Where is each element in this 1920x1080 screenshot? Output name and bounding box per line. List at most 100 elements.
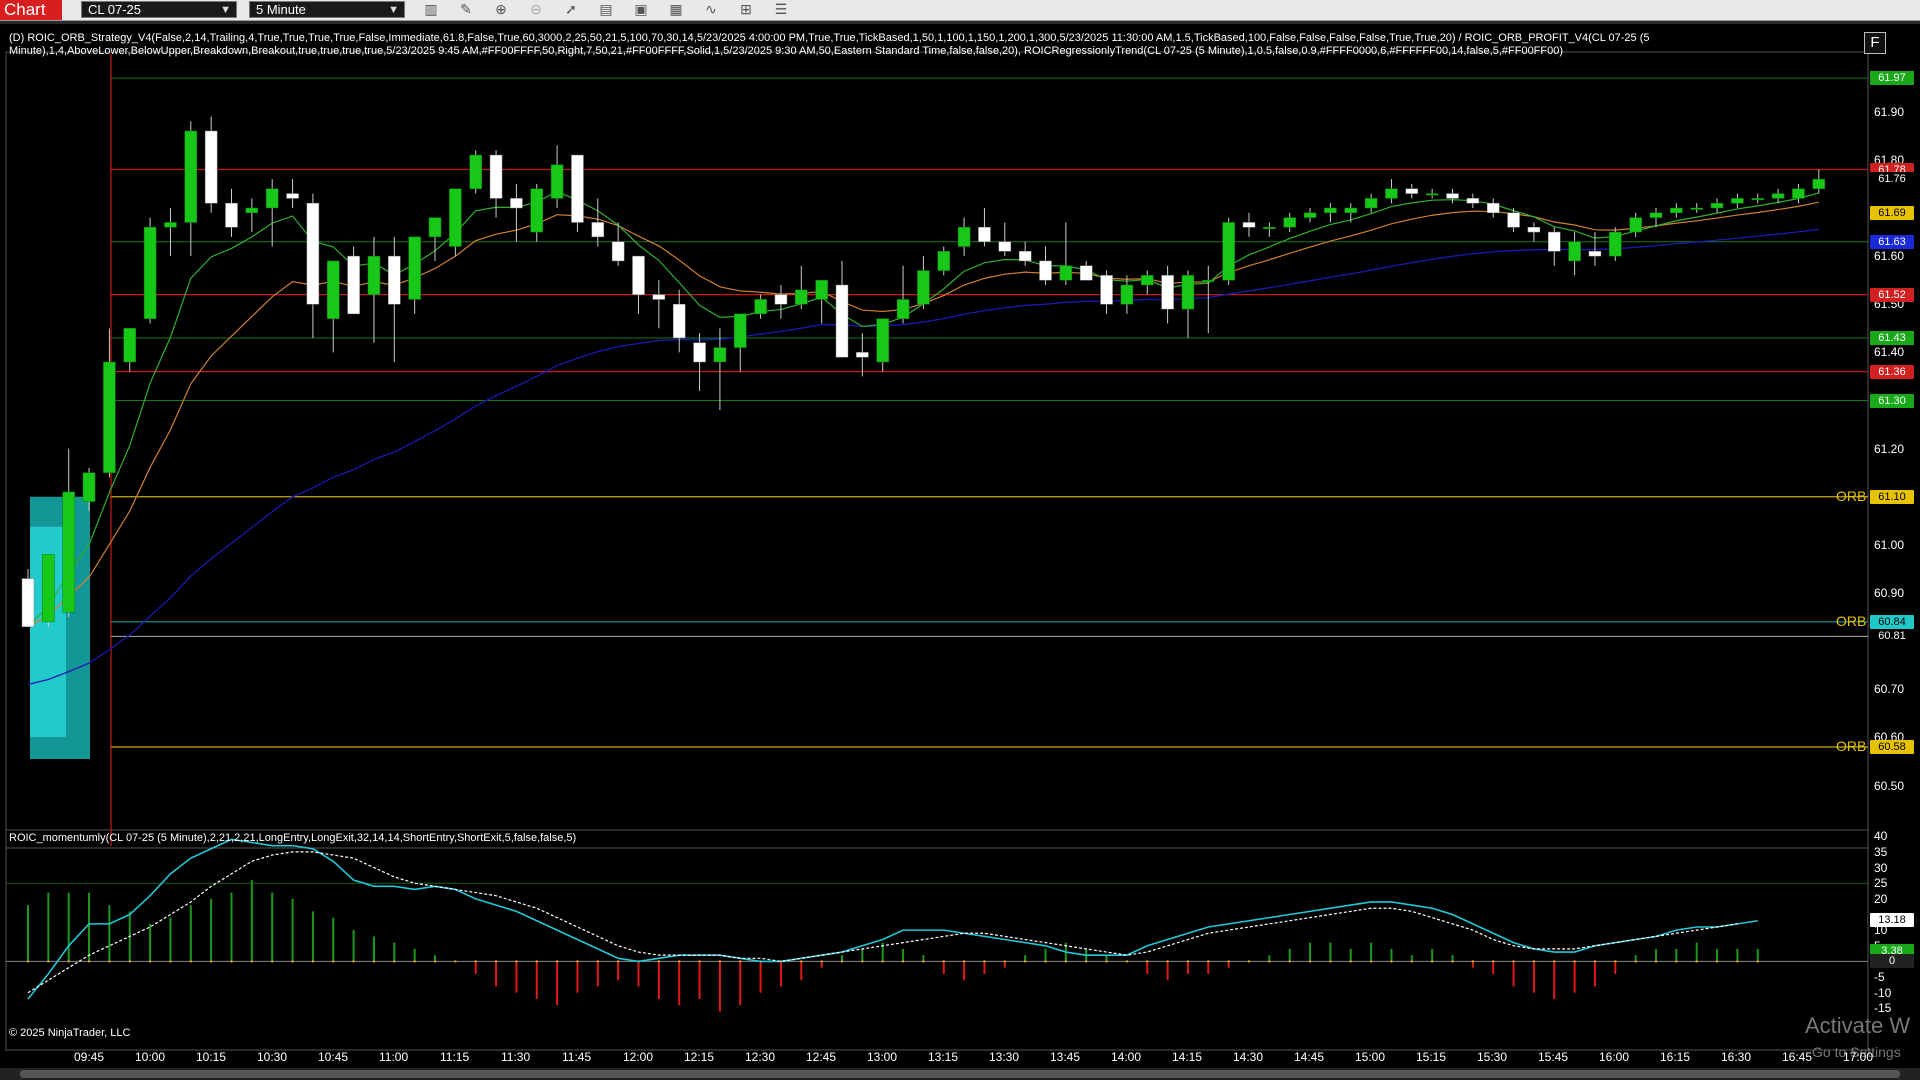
time-axis-tick: 13:30	[989, 1050, 1020, 1064]
bullish-candle	[1059, 265, 1073, 281]
momentum-zero-dot	[332, 960, 335, 963]
bullish-candle	[876, 318, 889, 363]
price-axis-tick: 60.90	[1874, 586, 1905, 600]
momentum-axis-tick: 40	[1874, 829, 1888, 844]
momentum-zero-dot	[576, 960, 579, 963]
templates-icon[interactable]: ⊞	[737, 2, 755, 17]
bullish-candle	[103, 361, 116, 473]
scrollbar-thumb[interactable]	[20, 1070, 1900, 1078]
time-axis-tick: 12:15	[684, 1050, 715, 1064]
momentum-zero-dot	[209, 960, 213, 963]
momentum-zero-dot	[26, 960, 30, 963]
zoom-out-icon[interactable]: ⊖	[527, 2, 545, 17]
momentum-zero-dot	[413, 960, 416, 963]
instrument-selector[interactable]: CL 07-25 ▼	[81, 1, 237, 18]
bearish-candle	[1507, 212, 1520, 228]
time-axis-tick: 12:00	[623, 1050, 654, 1064]
time-axis-tick: 15:45	[1538, 1050, 1569, 1064]
bullish-candle	[184, 130, 198, 223]
momentum-zero-dot	[148, 960, 152, 963]
bullish-candle	[82, 472, 96, 502]
interval-selector[interactable]: 5 Minute ▼	[249, 1, 405, 18]
bullish-candle	[1141, 275, 1154, 286]
price-axis-tick: 61.40	[1874, 345, 1905, 360]
time-axis-tick: 17:00	[1843, 1050, 1874, 1064]
price-axis-tick: 61.90	[1874, 104, 1905, 119]
bullish-candle	[1283, 217, 1296, 228]
bullish-candle	[1202, 279, 1215, 282]
bar-type-icon[interactable]: ▥	[422, 2, 440, 17]
bearish-candle	[1486, 202, 1500, 214]
bullish-candle	[1751, 198, 1764, 201]
price-tag: 61.63	[1870, 234, 1914, 249]
properties-icon[interactable]: ▣	[632, 2, 650, 17]
momentum-zero-dot	[1553, 960, 1556, 963]
momentum-zero-dot	[1247, 960, 1251, 963]
momentum-zero-dot	[1715, 960, 1719, 963]
time-axis-tick: 13:45	[1050, 1050, 1081, 1064]
momentum-zero-dot	[250, 960, 254, 963]
momentum-zero-dot	[1532, 960, 1536, 963]
momentum-zero-dot	[962, 960, 966, 963]
momentum-zero-dot	[1125, 960, 1129, 963]
momentum-zero-dot	[169, 960, 172, 963]
bearish-candle	[652, 294, 666, 300]
price-panel-border	[5, 51, 1869, 849]
time-axis-tick: 15:15	[1416, 1050, 1447, 1064]
bullish-candle	[937, 251, 950, 271]
price-tag: 61.97	[1870, 71, 1914, 86]
pencil-icon[interactable]: ✎	[457, 2, 475, 17]
time-axis-tick: 10:45	[318, 1050, 349, 1064]
chart-tab[interactable]: Chart	[0, 0, 62, 20]
momentum-zero-dot	[1410, 960, 1414, 963]
bearish-candle	[835, 284, 849, 358]
momentum-axis-tick: 20	[1874, 891, 1888, 906]
f-button[interactable]: F	[1864, 32, 1886, 54]
data-box-icon[interactable]: ▤	[597, 2, 615, 17]
indicators-icon[interactable]: ▦	[667, 2, 685, 17]
momentum-zero-dot	[1085, 960, 1088, 963]
bullish-candle	[1364, 198, 1378, 209]
momentum-zero-dot	[678, 960, 681, 963]
bearish-candle	[693, 342, 706, 363]
momentum-zero-dot	[474, 960, 477, 963]
bullish-candle	[1303, 212, 1317, 218]
momentum-zero-dot	[372, 960, 376, 963]
chart-canvas[interactable]	[0, 24, 1920, 1068]
bearish-candle	[489, 154, 503, 199]
strategies-icon[interactable]: ∿	[702, 2, 720, 17]
bullish-candle	[469, 154, 482, 189]
bearish-candle	[388, 255, 401, 305]
bearish-candle	[591, 222, 605, 238]
momentum-zero-dot	[1288, 960, 1291, 963]
momentum-zero-dot	[1430, 960, 1434, 963]
zoom-icon[interactable]: ⊕	[492, 2, 510, 17]
bullish-candle	[449, 188, 462, 247]
chevron-down-icon: ▼	[388, 4, 399, 16]
bearish-candle	[21, 578, 35, 627]
momentum-zero-dot	[1003, 960, 1006, 963]
momentum-zero-dot	[901, 960, 905, 963]
pointer-icon[interactable]: ➚	[562, 2, 580, 17]
time-axis-tick: 10:15	[196, 1050, 227, 1064]
time-axis-tick: 16:00	[1599, 1050, 1630, 1064]
menu-icon[interactable]: ☰	[772, 2, 790, 17]
bullish-candle	[1771, 193, 1785, 199]
bullish-candle	[1120, 284, 1134, 305]
bullish-candle	[1670, 207, 1683, 214]
momentum-zero-dot	[1634, 960, 1637, 963]
bullish-candle	[42, 554, 55, 623]
momentum-zero-dot	[698, 960, 701, 963]
bullish-candle	[245, 207, 259, 214]
bullish-candle	[1222, 222, 1235, 281]
momentum-zero-dot	[942, 960, 945, 963]
price-tag: 61.69	[1870, 205, 1914, 220]
orb-label: ORB	[1836, 738, 1867, 754]
price-tag: 61.76	[1870, 172, 1914, 187]
momentum-zero-dot	[1614, 960, 1617, 963]
price-axis-tick: 60.70	[1874, 682, 1905, 697]
price-tag: 61.43	[1870, 330, 1914, 345]
instrument-value: CL 07-25	[88, 2, 141, 17]
momentum-zero-dot	[189, 960, 192, 963]
bullish-candle	[143, 227, 157, 319]
